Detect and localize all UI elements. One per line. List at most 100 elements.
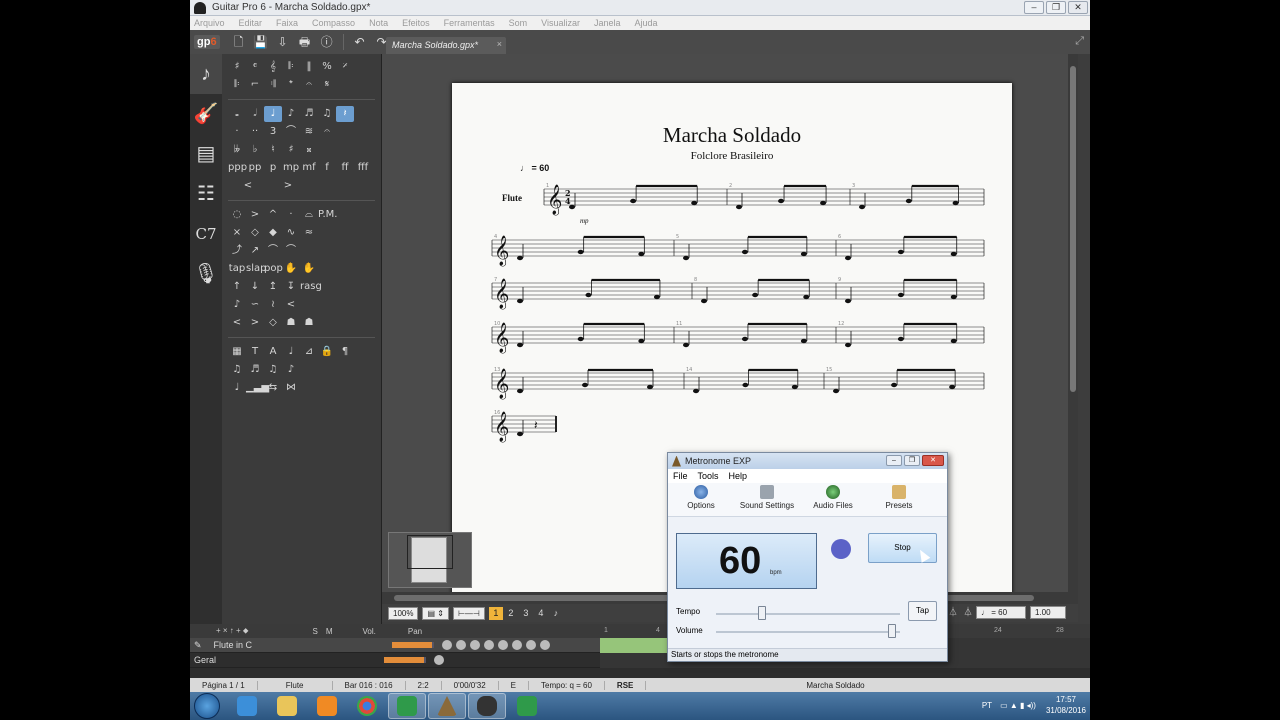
count-in-icon[interactable]: ⏃ <box>961 606 975 619</box>
repeat-open-icon[interactable]: 𝄆 <box>228 77 246 93</box>
pull-icon[interactable]: ⌒ <box>282 243 300 259</box>
taskbar-guitar-pro[interactable] <box>468 693 506 719</box>
master-pan-knob[interactable] <box>434 655 444 665</box>
minimize-button[interactable]: – <box>1024 1 1044 14</box>
pick-2-icon[interactable]: ☗ <box>300 315 318 331</box>
menu-som[interactable]: Som <box>509 18 528 28</box>
voice-4-button[interactable]: 4 <box>534 607 548 620</box>
dynamic-marking[interactable]: mp <box>580 217 589 225</box>
paragraph-icon[interactable]: ¶ <box>336 344 354 360</box>
taskbar-metronome[interactable] <box>428 693 466 719</box>
minimap-viewport[interactable] <box>407 535 453 569</box>
metronome-minimize-button[interactable]: – <box>886 455 902 466</box>
master-track-name[interactable]: Geral <box>194 655 384 665</box>
notation-mode-button[interactable]: ⊢—⊣ <box>452 606 485 620</box>
decrescendo-icon[interactable]: > <box>268 178 308 194</box>
metronome-icon[interactable]: ⏃ <box>946 606 960 619</box>
thirty-second-note-icon[interactable]: ♫ <box>318 106 336 122</box>
track-edit-icon[interactable]: ✎ <box>194 640 202 651</box>
rhythm-icon[interactable]: ♪ <box>282 362 300 378</box>
dead-note-icon[interactable]: × <box>228 225 246 241</box>
eq-knob[interactable] <box>483 640 494 650</box>
section-icon[interactable]: A <box>264 344 282 360</box>
note-tool-icon[interactable]: ♪ <box>190 54 222 94</box>
chord-tool-icon[interactable]: C7 <box>190 214 222 254</box>
ff-icon[interactable]: ff <box>336 160 354 176</box>
document-tab[interactable]: Marcha Soldado.gpx* × <box>386 37 506 54</box>
arpeggio-up-icon[interactable]: ↥ <box>264 279 282 295</box>
metronome-menu-help[interactable]: Help <box>729 471 748 481</box>
tray-icons[interactable]: ▭ ▲ ▮ ◂)) <box>1000 701 1036 710</box>
time-signature-icon[interactable]: 𝄴 <box>246 59 264 75</box>
add-track-icon[interactable]: + × ↑ + ⬥ <box>216 626 249 636</box>
pan-automation-icon[interactable]: ⇆ <box>264 380 282 396</box>
print-icon[interactable]: 🖶 <box>297 34 313 50</box>
tempo-marking[interactable]: ♩ = 60 <box>520 163 549 173</box>
staccato-icon[interactable]: · <box>282 207 300 223</box>
bend-icon[interactable]: ⤴ <box>228 243 246 259</box>
metronome-title-bar[interactable]: Metronome EXP – ❐ ✕ <box>668 453 947 469</box>
pan-knob[interactable] <box>441 640 452 650</box>
close-tab-icon[interactable]: × <box>497 39 502 49</box>
menu-compasso[interactable]: Compasso <box>312 18 355 28</box>
fine-icon[interactable]: 𝄐 <box>300 77 318 93</box>
guitar-tool-icon[interactable]: 🎸 <box>190 94 222 134</box>
voice-2-button[interactable]: 2 <box>504 607 518 620</box>
slide-icon[interactable]: ↗ <box>246 243 264 259</box>
tie-icon[interactable]: ⌒ <box>282 124 300 140</box>
harmonic-icon[interactable]: ◇ <box>246 225 264 241</box>
taskbar-camtasia[interactable] <box>388 693 426 719</box>
taskbar-ie[interactable] <box>228 693 266 719</box>
wah-icon[interactable]: ≀ <box>264 297 282 313</box>
heavy-accent-icon[interactable]: ^ <box>264 207 282 223</box>
eq-knob[interactable] <box>455 640 466 650</box>
score-title[interactable]: Marcha Soldado <box>452 123 1012 148</box>
menu-ajuda[interactable]: Ajuda <box>635 18 658 28</box>
flat-icon[interactable]: ♭ <box>246 142 264 158</box>
menu-faixa[interactable]: Faixa <box>276 18 298 28</box>
eq-knob[interactable] <box>539 640 550 650</box>
voice-link-icon[interactable]: ♪ <box>549 607 563 620</box>
menu-arquivo[interactable]: Arquivo <box>194 18 225 28</box>
tap-icon[interactable]: tap <box>228 261 246 277</box>
undo-icon[interactable]: ↶ <box>352 34 368 50</box>
dot-icon[interactable]: · <box>228 124 246 140</box>
menu-ferramentas[interactable]: Ferramentas <box>444 18 495 28</box>
menu-nota[interactable]: Nota <box>369 18 388 28</box>
language-indicator[interactable]: PT <box>982 701 992 710</box>
arpeggio-down-icon[interactable]: ↧ <box>282 279 300 295</box>
new-file-icon[interactable]: 🗋 <box>231 34 247 50</box>
info-icon[interactable]: ⓘ <box>319 34 335 50</box>
amp-tool-icon[interactable]: ▤ <box>190 134 222 174</box>
tempo-slider[interactable] <box>716 613 900 615</box>
vibrato-icon[interactable]: ∿ <box>282 225 300 241</box>
track-name[interactable]: Flute in C <box>202 640 392 650</box>
diamond-icon[interactable]: ◇ <box>264 315 282 331</box>
pp-icon[interactable]: pp <box>246 160 264 176</box>
taskbar-camtasia-2[interactable] <box>508 693 546 719</box>
volume-automation-icon[interactable]: ▁▃▅ <box>246 380 269 396</box>
eq-knob[interactable] <box>497 640 508 650</box>
taskbar-chrome[interactable] <box>348 693 386 719</box>
close-button[interactable]: ✕ <box>1068 1 1088 14</box>
menu-editar[interactable]: Editar <box>239 18 263 28</box>
page-layout-select[interactable]: ▤ ⇕ <box>422 606 449 620</box>
repeat-close-icon[interactable]: 𝄇 <box>264 77 282 93</box>
fff-icon[interactable]: fff <box>354 160 372 176</box>
start-button[interactable] <box>194 693 220 719</box>
repeat-icon[interactable]: 𝄆 <box>282 59 300 75</box>
eq-knob[interactable] <box>469 640 480 650</box>
arrow-left-icon[interactable]: < <box>228 315 246 331</box>
score-subtitle[interactable]: Folclore Brasileiro <box>452 150 1012 162</box>
mp-icon[interactable]: mp <box>282 160 300 176</box>
track-volume-slider[interactable] <box>391 642 434 648</box>
menu-visualizar[interactable]: Visualizar <box>541 18 580 28</box>
accent-icon[interactable]: > <box>246 207 264 223</box>
pick-down-icon[interactable]: ↓ <box>246 279 264 295</box>
percent-icon[interactable]: % <box>318 59 336 75</box>
let-ring-icon[interactable]: ⌓ <box>300 207 318 223</box>
slap-icon[interactable]: slap <box>246 261 266 277</box>
mic-tool-icon[interactable]: 🎙 <box>190 254 222 294</box>
ppp-icon[interactable]: ppp <box>228 160 247 176</box>
text-icon[interactable]: T <box>246 344 264 360</box>
